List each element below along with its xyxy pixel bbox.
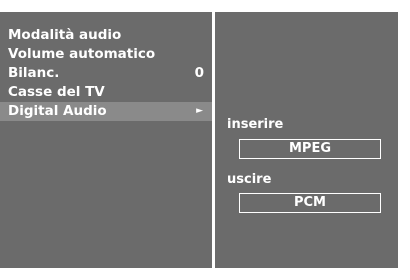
output-label: uscire xyxy=(227,172,272,187)
balance-value: 0 xyxy=(194,65,204,81)
menu-item-digital-audio[interactable]: Digital Audio ► xyxy=(0,102,212,121)
menu-item-audio-mode[interactable]: Modalità audio xyxy=(0,26,212,45)
menu-item-label: Modalità audio xyxy=(8,27,122,43)
menu-item-label: Volume automatico xyxy=(8,46,156,62)
submenu-arrow-icon: ► xyxy=(196,106,203,116)
menu-item-auto-volume[interactable]: Volume automatico xyxy=(0,45,212,64)
menu-item-label: Casse del TV xyxy=(8,84,105,100)
menu-item-tv-speakers[interactable]: Casse del TV xyxy=(0,83,212,102)
input-value-field[interactable]: MPEG xyxy=(239,139,381,159)
output-value-field[interactable]: PCM xyxy=(239,193,381,213)
menu-item-label: Digital Audio xyxy=(8,103,107,119)
audio-menu: Modalità audio Volume automatico Bilanc.… xyxy=(0,26,212,121)
menu-item-balance[interactable]: Bilanc. 0 xyxy=(0,64,212,83)
menu-item-label: Bilanc. xyxy=(8,65,60,81)
digital-audio-submenu-panel: inserire MPEG uscire PCM xyxy=(215,12,398,268)
input-label: inserire xyxy=(227,117,284,132)
